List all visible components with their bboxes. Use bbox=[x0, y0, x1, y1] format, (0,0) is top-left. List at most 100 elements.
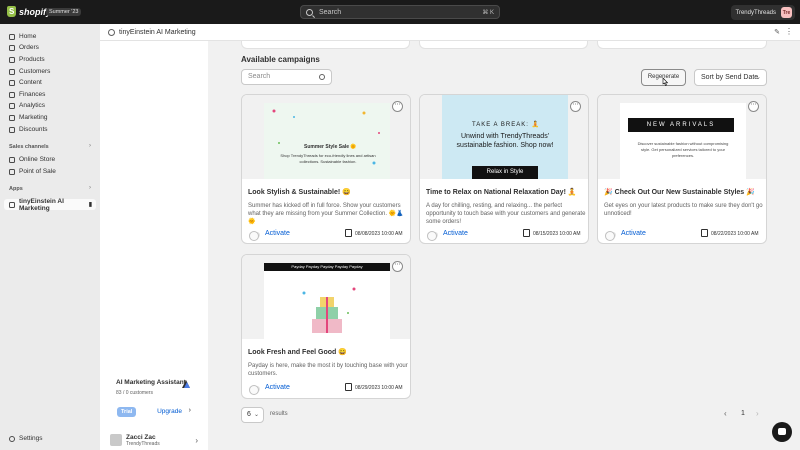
campaign-card[interactable]: Summer Style Sale 🌞 Shop TrendyThreads f… bbox=[241, 94, 411, 244]
campaign-description: Summer has kicked off in full force. Sho… bbox=[248, 203, 404, 225]
sort-value: Sort by Send Date bbox=[701, 74, 759, 81]
campaign-card[interactable]: TAKE A BREAK: 🧘 Unwind with TrendyThread… bbox=[419, 94, 589, 244]
campaign-card[interactable]: Payday Payday Payday Payday Payday ⋯ Loo… bbox=[241, 254, 411, 399]
activate-toggle[interactable] bbox=[427, 231, 438, 241]
sidebar-item-label: Orders bbox=[19, 44, 39, 51]
email-preview: Summer Style Sale 🌞 Shop TrendyThreads f… bbox=[264, 103, 390, 179]
trial-badge: Trial bbox=[117, 407, 137, 417]
sidebar-item-tinyeinstein[interactable]: tinyEinstein AI Marketing ▮ bbox=[4, 197, 96, 212]
chevron-down-icon: ⌄ bbox=[755, 74, 761, 81]
chevron-right-icon[interactable]: › bbox=[89, 185, 91, 191]
sidebar-item-orders[interactable]: Orders bbox=[4, 42, 96, 53]
sidebar-item-label: Marketing bbox=[19, 114, 48, 121]
campaign-description: Payday is here, make the most it by touc… bbox=[248, 363, 408, 377]
sidebar-item-content[interactable]: Content bbox=[4, 77, 96, 88]
sidebar-item-label: Products bbox=[19, 56, 45, 63]
more-options-icon[interactable]: ⋯ bbox=[392, 261, 403, 272]
sidebar-item-marketing[interactable]: Marketing bbox=[4, 112, 96, 123]
poster-heading: NEW ARRIVALS bbox=[628, 118, 734, 132]
user-store: TrendyThreads bbox=[126, 440, 160, 447]
sidebar-item-label: Analytics bbox=[19, 102, 46, 109]
send-date: 08/15/2023 10:00 AM bbox=[533, 231, 581, 237]
discounts-icon bbox=[9, 126, 15, 133]
sidebar-item-label: tinyEinstein AI Marketing bbox=[19, 197, 64, 212]
apps-heading[interactable]: Apps bbox=[9, 186, 23, 192]
activate-link[interactable]: Activate bbox=[265, 230, 290, 237]
chevron-right-icon[interactable]: › bbox=[189, 407, 191, 414]
edition-badge[interactable]: Summer '23 bbox=[46, 8, 82, 16]
sidebar-item-discounts[interactable]: Discounts bbox=[4, 124, 96, 135]
poster-button: Relax in Style bbox=[472, 166, 538, 179]
send-date: 08/22/2023 10:00 AM bbox=[711, 231, 759, 237]
previous-card-stub bbox=[241, 41, 410, 49]
sidebar-item-label: Customers bbox=[19, 68, 51, 75]
sidebar-item-settings[interactable]: Settings bbox=[4, 433, 96, 444]
search-icon bbox=[319, 74, 325, 80]
sidebar-item-analytics[interactable]: Analytics bbox=[4, 100, 96, 111]
sidebar-item-label: Home bbox=[19, 33, 37, 40]
sidebar-item-home[interactable]: Home bbox=[4, 31, 96, 42]
user-profile[interactable]: Zacci Zac TrendyThreads › bbox=[110, 432, 198, 448]
campaign-description: Get eyes on your latest products to make… bbox=[604, 203, 763, 217]
email-preview: TAKE A BREAK: 🧘 Unwind with TrendyThread… bbox=[442, 95, 568, 179]
more-options-icon[interactable]: ⋯ bbox=[392, 101, 403, 112]
sidebar-item-products[interactable]: Products bbox=[4, 54, 96, 65]
campaign-search-input[interactable]: Search bbox=[241, 69, 332, 85]
page-size-select[interactable]: 6 ⌄ bbox=[241, 407, 264, 423]
calendar-icon bbox=[701, 229, 708, 237]
sidebar-item-online-store[interactable]: Online Store bbox=[4, 154, 96, 165]
calendar-icon bbox=[523, 229, 530, 237]
app-icon bbox=[9, 201, 15, 208]
more-options-icon[interactable]: ⋯ bbox=[748, 101, 759, 112]
tinyeinstein-logo-icon bbox=[182, 380, 190, 388]
point-of-sale-icon bbox=[9, 168, 15, 175]
send-date: 08/29/2023 10:00 AM bbox=[355, 385, 403, 391]
page-title: tinyEinstein AI Marketing bbox=[119, 28, 196, 36]
more-actions-icon[interactable]: ⋮ bbox=[785, 27, 793, 36]
campaign-thumbnail: NEW ARRIVALS Discover sustainable fashio… bbox=[598, 95, 766, 179]
current-page-number[interactable]: 1 bbox=[741, 410, 745, 417]
ai-assistant-card: AI Marketing Assistant 83 / 0 customers … bbox=[110, 375, 198, 421]
email-preview: NEW ARRIVALS Discover sustainable fashio… bbox=[620, 103, 746, 179]
finances-icon bbox=[9, 91, 15, 98]
sidebar-item-point-of-sale[interactable]: Point of Sale bbox=[4, 166, 96, 177]
pin-icon[interactable]: ▮ bbox=[89, 201, 92, 208]
previous-page-icon[interactable]: ‹ bbox=[724, 409, 727, 418]
chevron-right-icon[interactable]: › bbox=[89, 143, 91, 149]
activate-link[interactable]: Activate bbox=[265, 384, 290, 391]
confetti-decoration bbox=[272, 109, 380, 165]
sidebar-item-customers[interactable]: Customers bbox=[4, 66, 96, 77]
global-search-input[interactable]: Search ⌘ K bbox=[300, 5, 500, 19]
calendar-icon bbox=[345, 229, 352, 237]
campaign-title: 🎉 Check Out Our New Sustainable Styles 🎉 bbox=[604, 189, 755, 196]
campaign-title: Look Fresh and Feel Good 😄 bbox=[248, 349, 347, 356]
activate-toggle[interactable] bbox=[605, 231, 616, 241]
sidebar-item-finances[interactable]: Finances bbox=[4, 89, 96, 100]
sales-channels-heading[interactable]: Sales channels bbox=[9, 144, 49, 150]
sidebar-item-label: Point of Sale bbox=[19, 168, 56, 175]
shopify-logo[interactable]: shopify bbox=[7, 6, 51, 17]
app-icon bbox=[108, 28, 115, 36]
user-name: Zacci Zac bbox=[126, 433, 156, 441]
chat-support-icon[interactable] bbox=[772, 422, 792, 442]
products-icon bbox=[9, 56, 15, 63]
pin-icon[interactable]: ✎ bbox=[774, 28, 780, 36]
upgrade-link[interactable]: Upgrade bbox=[157, 408, 182, 415]
store-switcher[interactable]: TrendyThreads Tre bbox=[730, 5, 795, 20]
more-options-icon[interactable]: ⋯ bbox=[570, 101, 581, 112]
customers-icon bbox=[9, 68, 15, 75]
orders-icon bbox=[9, 44, 15, 51]
store-avatar: Tre bbox=[781, 7, 792, 18]
activate-toggle[interactable] bbox=[249, 385, 260, 395]
activate-link[interactable]: Activate bbox=[621, 230, 646, 237]
activate-link[interactable]: Activate bbox=[443, 230, 468, 237]
previous-card-stub bbox=[419, 41, 588, 49]
pointer-cursor-icon bbox=[662, 78, 668, 86]
sidebar-item-label: Discounts bbox=[19, 126, 48, 133]
activate-toggle[interactable] bbox=[249, 231, 260, 241]
page-header: tinyEinstein AI Marketing ✎ ⋮ bbox=[100, 24, 800, 41]
sort-select[interactable]: Sort by Send Date ⌄ bbox=[694, 69, 767, 86]
next-page-icon[interactable]: › bbox=[756, 409, 759, 418]
campaign-card[interactable]: NEW ARRIVALS Discover sustainable fashio… bbox=[597, 94, 767, 244]
sidebar-item-label: Settings bbox=[19, 435, 43, 442]
